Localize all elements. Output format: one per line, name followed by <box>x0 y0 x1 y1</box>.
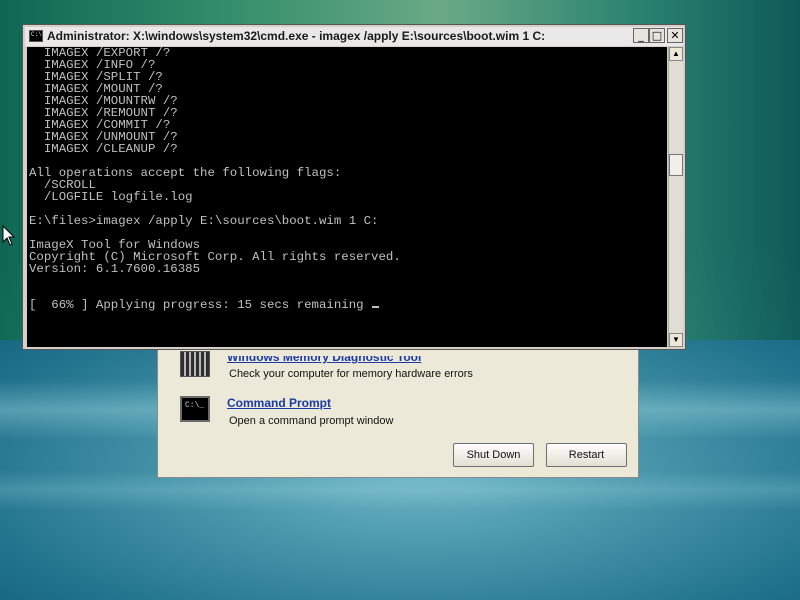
scroll-up-arrow-icon[interactable]: ▲ <box>669 47 683 61</box>
memory-diagnostic-description: Check your computer for memory hardware … <box>229 368 473 380</box>
shut-down-button[interactable]: Shut Down <box>453 443 534 467</box>
memory-diagnostic-link[interactable]: Windows Memory Diagnostic Tool <box>227 356 421 364</box>
command-prompt-icon: C:\_ <box>180 396 210 422</box>
recovery-options-panel: Windows Memory Diagnostic Tool Check you… <box>157 340 639 478</box>
command-prompt-description: Open a command prompt window <box>229 415 394 427</box>
mouse-pointer-icon <box>2 225 16 246</box>
text-cursor <box>372 306 380 308</box>
restart-button[interactable]: Restart <box>546 443 627 467</box>
close-button[interactable]: ✕ <box>667 28 683 43</box>
console-line: [ 66% ] Applying progress: 15 secs remai… <box>29 299 667 311</box>
scrollbar-thumb[interactable] <box>669 154 683 176</box>
window-titlebar[interactable]: C:\ Administrator: X:\windows\system32\c… <box>25 27 683 46</box>
scroll-down-arrow-icon[interactable]: ▼ <box>669 333 683 347</box>
console-line: /LOGFILE logfile.log <box>29 190 193 204</box>
minimize-button[interactable]: _ <box>633 28 649 43</box>
command-prompt-window[interactable]: C:\ Administrator: X:\windows\system32\c… <box>22 24 686 350</box>
command-prompt-link[interactable]: Command Prompt <box>227 396 331 410</box>
console-line: All operations accept the following flag… <box>29 166 342 180</box>
console-line: E:\files>imagex /apply E:\sources\boot.w… <box>29 214 379 228</box>
console-line: Version: 6.1.7600.16385 <box>29 262 201 276</box>
vertical-scrollbar[interactable]: ▲ ▼ <box>668 47 683 347</box>
console-output[interactable]: IMAGEX /EXPORT /? IMAGEX /INFO /? IMAGEX… <box>27 47 667 347</box>
window-title: Administrator: X:\windows\system32\cmd.e… <box>47 29 546 43</box>
console-icon: C:\ <box>29 30 43 42</box>
console-line: IMAGEX /CLEANUP /? <box>29 142 178 156</box>
maximize-button[interactable]: □ <box>649 28 665 43</box>
memory-chip-icon <box>180 351 210 377</box>
